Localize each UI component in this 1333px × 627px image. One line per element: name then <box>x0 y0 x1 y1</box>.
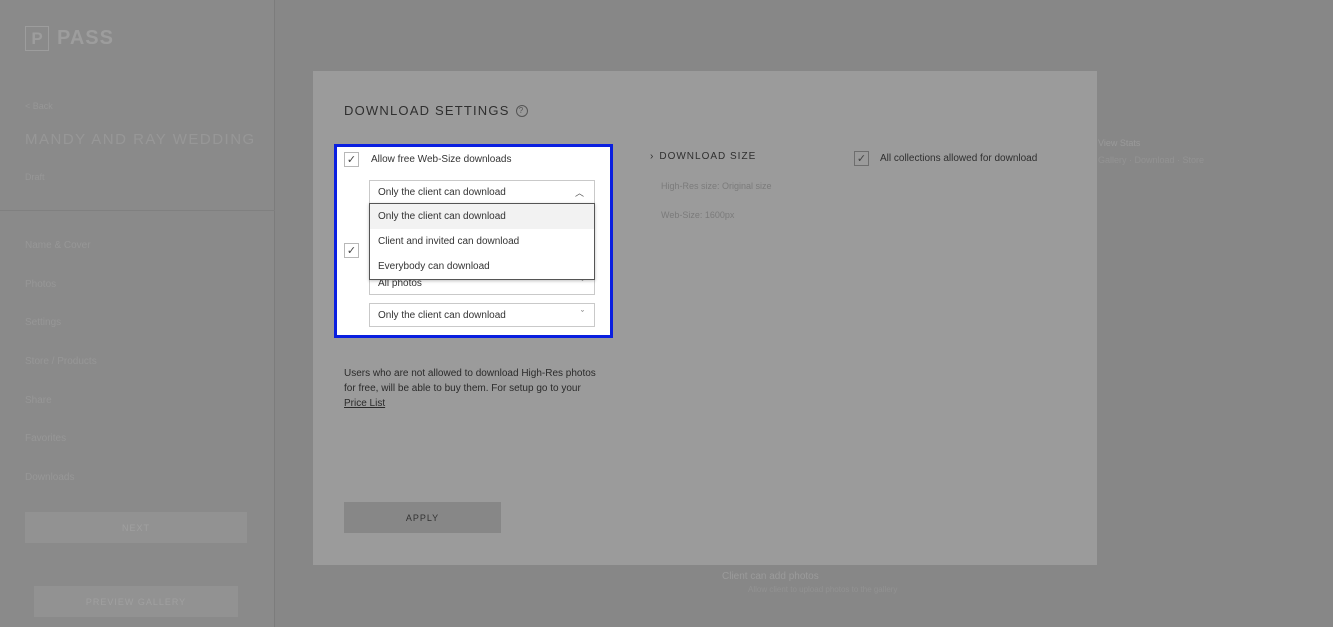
websize-checkbox-label: Allow free Web-Size downloads <box>371 154 512 165</box>
gallery-title: MANDY AND RAY WEDDING <box>25 131 256 148</box>
highres-size-text: High-Res size: Original size <box>661 181 772 191</box>
sidebar-item-share[interactable]: Share <box>25 395 97 434</box>
bg-client-add-photos: Client can add photos <box>722 571 819 582</box>
sidebar-divider <box>0 210 275 211</box>
highres-who-select[interactable]: Only the client can download ˇ <box>369 303 595 327</box>
bg-tabs: Gallery · Download · Store <box>1098 155 1205 165</box>
dropdown-option-everybody[interactable]: Everybody can download <box>370 254 594 279</box>
next-button[interactable]: NEXT <box>25 512 247 543</box>
gallery-status: Draft <box>25 172 45 182</box>
price-list-link[interactable]: Price List <box>344 398 385 409</box>
sidebar-nav: Name & Cover Photos Settings Store / Pro… <box>25 240 97 511</box>
bg-view-stats: View Stats <box>1098 138 1141 148</box>
bg-client-add-photos-desc: Allow client to upload photos to the gal… <box>748 585 898 594</box>
price-info-body: Users who are not allowed to download Hi… <box>344 368 596 394</box>
help-icon[interactable]: ? <box>515 104 528 117</box>
websize-who-dropdown: Only the client can download Client and … <box>369 203 595 280</box>
sidebar-item-favorites[interactable]: Favorites <box>25 433 97 472</box>
back-link[interactable]: < Back <box>25 101 53 111</box>
checkmark-icon: ✓ <box>856 153 867 165</box>
apply-button[interactable]: APPLY <box>344 502 501 533</box>
highres-who-select-value: Only the client can download <box>378 309 506 321</box>
dropdown-option-client-invited[interactable]: Client and invited can download <box>370 229 594 254</box>
download-size-header[interactable]: › DOWNLOAD SIZE <box>650 151 756 162</box>
price-info-text: Users who are not allowed to download Hi… <box>344 366 604 411</box>
websize-who-select[interactable]: Only the client can download ︿ <box>369 180 595 204</box>
sidebar-item-downloads[interactable]: Downloads <box>25 472 97 511</box>
websize-checkbox[interactable]: ✓ <box>344 152 359 167</box>
chevron-down-icon: ˇ <box>581 309 584 319</box>
all-collections-label: All collections allowed for download <box>880 153 1038 164</box>
modal-title: DOWNLOAD SETTINGS ? <box>344 103 528 118</box>
chevron-up-icon: ︿ <box>574 188 584 198</box>
sidebar-item-settings[interactable]: Settings <box>25 317 97 356</box>
sidebar-item-photos[interactable]: Photos <box>25 279 97 318</box>
logo-mark: P <box>25 26 49 51</box>
dropdown-option-client-only[interactable]: Only the client can download <box>370 204 594 229</box>
download-size-label: DOWNLOAD SIZE <box>659 151 757 162</box>
sidebar: P PASS < Back MANDY AND RAY WEDDING Draf… <box>0 0 275 627</box>
sidebar-item-name-cover[interactable]: Name & Cover <box>25 240 97 279</box>
checkmark-icon: ✓ <box>346 245 357 257</box>
modal-title-text: DOWNLOAD SETTINGS <box>344 103 510 118</box>
highres-checkbox[interactable]: ✓ <box>344 243 359 258</box>
websize-who-select-value: Only the client can download <box>378 186 506 198</box>
checkmark-icon: ✓ <box>346 154 357 166</box>
websize-text: Web-Size: 1600px <box>661 210 735 220</box>
chevron-right-icon: › <box>650 151 655 162</box>
logo: P PASS <box>25 26 114 51</box>
sidebar-item-store[interactable]: Store / Products <box>25 356 97 395</box>
logo-text: PASS <box>57 27 114 49</box>
all-collections-checkbox[interactable]: ✓ <box>854 151 869 166</box>
preview-gallery-button[interactable]: PREVIEW GALLERY <box>34 586 238 617</box>
